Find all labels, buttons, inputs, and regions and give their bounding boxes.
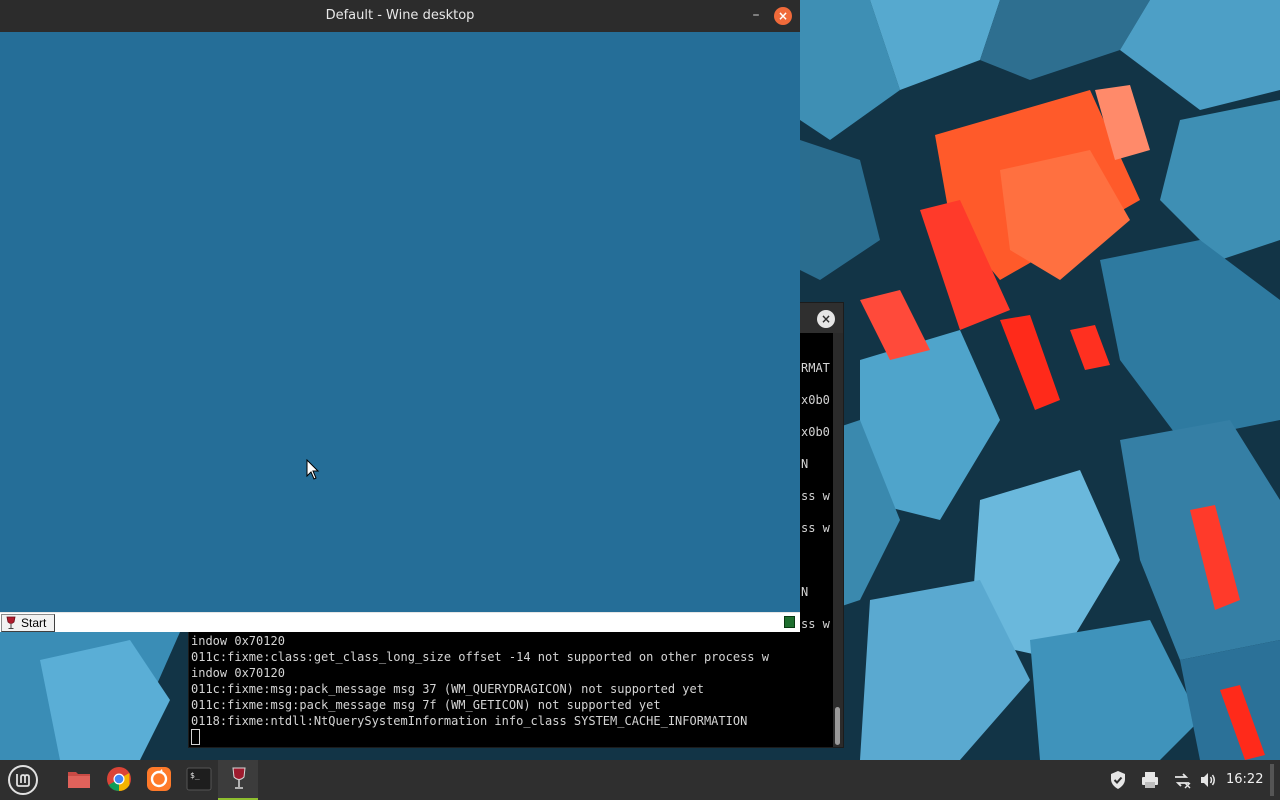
show-desktop-button[interactable]: [1270, 764, 1274, 796]
terminal-partial-line: ss w: [801, 617, 830, 631]
minimize-button[interactable]: –: [748, 4, 764, 26]
wine-launcher[interactable]: [218, 760, 258, 800]
mouse-pointer-icon: [306, 458, 320, 481]
terminal-partial-line: ss w: [801, 521, 830, 535]
terminal-line: 0118:fixme:ntdll:NtQuerySystemInformatio…: [191, 714, 748, 728]
wine-taskbar[interactable]: Start: [0, 612, 800, 632]
terminal-partial-line: N: [801, 585, 809, 599]
terminal-partial-line: x0b0: [801, 425, 830, 439]
files-icon: [66, 766, 92, 792]
svg-text:$_: $_: [190, 771, 200, 780]
network-icon[interactable]: [1172, 770, 1192, 790]
terminal-partial-line: RMAT: [801, 361, 830, 375]
close-button[interactable]: ×: [774, 7, 792, 25]
linux-mint-menu-icon: [8, 765, 38, 795]
firefox-launcher[interactable]: [138, 760, 178, 800]
terminal-launcher[interactable]: $_: [178, 760, 218, 800]
terminal-partial-line: ss w: [801, 489, 830, 503]
terminal-line: 011c:fixme:msg:pack_message msg 7f (WM_G…: [191, 698, 661, 712]
terminal-line: 011c:fixme:class:get_class_long_size off…: [191, 650, 769, 664]
terminal-partial-line: x0b0: [801, 393, 830, 407]
chrome-icon: [106, 766, 132, 792]
taskbar-panel: $_ 16:22: [0, 760, 1280, 800]
printer-icon[interactable]: [1140, 770, 1160, 790]
chrome-launcher[interactable]: [98, 760, 138, 800]
terminal-line: 011c:fixme:msg:pack_message msg 37 (WM_Q…: [191, 682, 704, 696]
shield-icon[interactable]: [1108, 770, 1128, 790]
wine-desktop-area[interactable]: [0, 32, 800, 612]
window-title: Default - Wine desktop: [325, 8, 475, 23]
terminal-icon: $_: [186, 766, 212, 792]
files-launcher[interactable]: [58, 760, 98, 800]
wine-desktop-window[interactable]: Default - Wine desktop – × Start: [0, 0, 800, 632]
firefox-icon: [146, 766, 172, 792]
terminal-line: indow 0x70120: [191, 666, 285, 680]
wine-glass-icon: [6, 616, 16, 633]
terminal-partial-line: N: [801, 457, 809, 471]
terminal-scroll-thumb[interactable]: [835, 707, 840, 745]
menu-button[interactable]: [2, 760, 42, 800]
wine-icon: [226, 766, 252, 792]
clock[interactable]: 16:22: [1226, 772, 1263, 787]
terminal-line: indow 0x70120: [191, 634, 285, 648]
start-button[interactable]: Start: [1, 614, 55, 632]
terminal-cursor: [191, 729, 200, 745]
wine-titlebar[interactable]: Default - Wine desktop – ×: [0, 0, 800, 32]
terminal-scrollbar[interactable]: [833, 333, 841, 747]
start-label: Start: [21, 616, 47, 630]
terminal-close-button[interactable]: ×: [817, 310, 835, 328]
wine-tray-icon[interactable]: [784, 616, 795, 628]
volume-icon[interactable]: [1198, 770, 1218, 790]
